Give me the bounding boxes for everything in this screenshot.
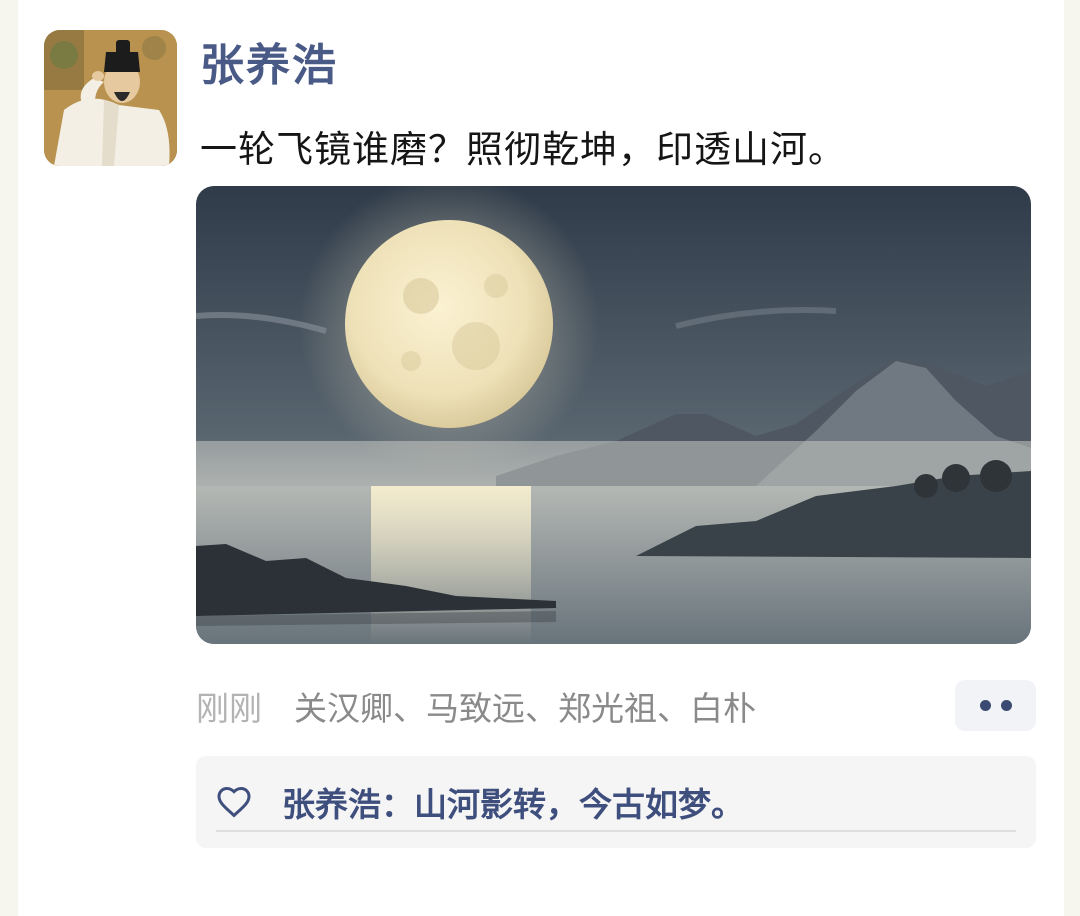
author-name[interactable]: 张养浩 xyxy=(200,38,338,94)
heart-icon xyxy=(217,786,251,818)
avatar[interactable] xyxy=(44,30,177,166)
post-time: 刚刚 xyxy=(196,689,262,728)
dot-icon xyxy=(1000,700,1012,711)
post-text: 一轮飞镜谁磨？照彻乾坤，印透山河。 xyxy=(200,128,846,171)
post-image[interactable] xyxy=(196,186,1031,644)
moments-card: 张养浩 一轮飞镜谁磨？照彻乾坤，印透山河。 刚刚 关汉卿、马致远、郑光祖、白朴 … xyxy=(18,0,1064,916)
post-meta: 刚刚 关汉卿、马致远、郑光祖、白朴 xyxy=(196,680,756,732)
more-options-button[interactable] xyxy=(955,680,1036,731)
comment-text: 张养浩：山河影转，今古如梦。 xyxy=(282,785,744,824)
dot-icon xyxy=(979,700,991,711)
comment-row[interactable]: 张养浩：山河影转，今古如梦。 xyxy=(216,774,1016,832)
comment-section: 张养浩：山河影转，今古如梦。 xyxy=(196,756,1036,848)
liked-by[interactable]: 关汉卿、马致远、郑光祖、白朴 xyxy=(294,682,756,730)
